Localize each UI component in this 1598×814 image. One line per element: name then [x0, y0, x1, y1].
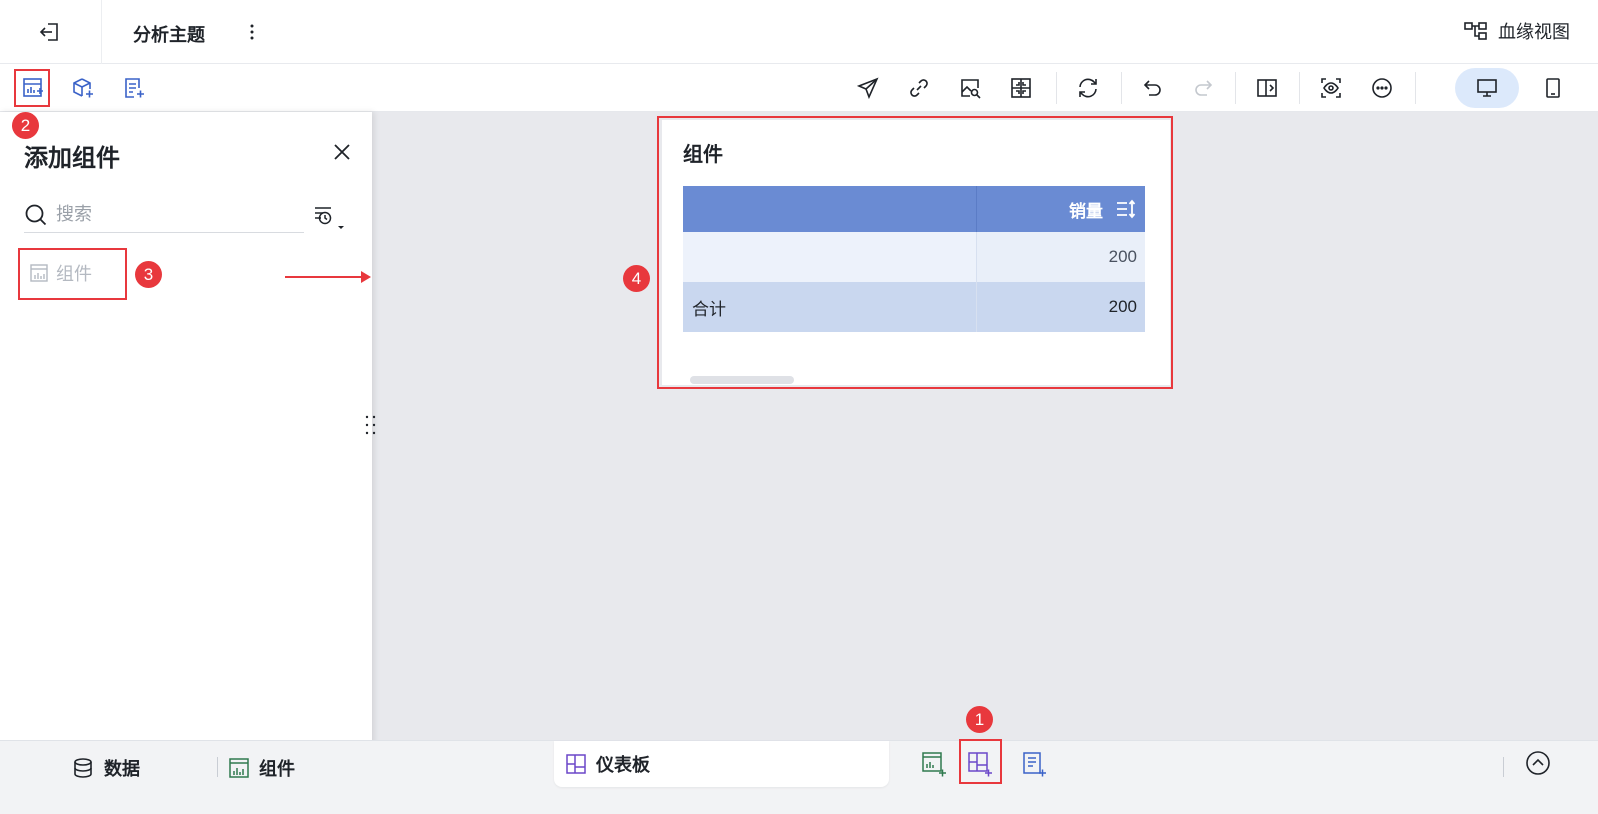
vertical-ellipsis-icon [250, 24, 254, 40]
close-icon [334, 144, 350, 160]
close-panel-button[interactable] [328, 138, 356, 166]
new-component-button[interactable] [917, 747, 951, 781]
lineage-icon [1464, 22, 1487, 40]
link-button[interactable] [903, 72, 935, 104]
more-options-button[interactable] [242, 20, 262, 44]
divider [1056, 72, 1057, 104]
add-text-icon [125, 78, 144, 98]
divider [1299, 72, 1300, 104]
divider [1503, 757, 1504, 777]
recent-filter-button[interactable] [313, 204, 351, 238]
annotation-arrow-icon [285, 271, 371, 283]
search-input[interactable] [56, 204, 276, 225]
preview-eye-icon [1321, 78, 1341, 98]
add-component-panel: 添加组件 组件 [0, 112, 376, 753]
annotation-badge: 3 [135, 261, 162, 288]
send-icon [857, 77, 879, 99]
top-bar: 分析主题 血缘视图 [0, 0, 1598, 64]
annotation-box-component-item [18, 248, 127, 300]
undo-button[interactable] [1137, 72, 1169, 104]
annotation-box-add-component [14, 69, 50, 107]
divider [1235, 72, 1236, 104]
annotation-box-new-dashboard [959, 739, 1002, 784]
add-report-icon [1023, 752, 1046, 777]
undo-icon [1143, 80, 1161, 96]
add-text-button[interactable] [118, 72, 150, 104]
refresh-icon [1079, 78, 1097, 98]
panel-title: 添加组件 [24, 145, 120, 172]
divider [1121, 72, 1122, 104]
more-horizontal-icon [1372, 78, 1392, 98]
publish-button[interactable] [852, 72, 884, 104]
add-cube-icon [73, 78, 93, 98]
image-search-icon [961, 79, 981, 99]
exit-icon [39, 23, 58, 41]
divider [101, 0, 102, 64]
preview-button[interactable] [1315, 72, 1347, 104]
annotation-badge: 1 [966, 706, 993, 733]
device-switcher [1455, 68, 1585, 108]
collapse-bar-button[interactable] [1525, 750, 1551, 776]
refresh-button[interactable] [1072, 72, 1104, 104]
tab-dashboard-label: 仪表板 [596, 755, 650, 775]
bottom-bar: 数据 组件 仪表板 [0, 740, 1598, 814]
tab-data-label: 数据 [104, 759, 140, 779]
divider [1415, 72, 1416, 104]
redo-icon [1195, 80, 1213, 96]
add-chart-icon [922, 752, 946, 777]
lineage-label: 血缘视图 [1498, 22, 1570, 42]
sidebar-toggle-icon [1257, 79, 1277, 97]
desktop-view-button[interactable] [1455, 68, 1519, 108]
more-actions-button[interactable] [1366, 72, 1398, 104]
grid-compress-icon [1011, 78, 1031, 98]
phone-icon [1546, 78, 1560, 98]
lineage-view-button[interactable]: 血缘视图 [1464, 18, 1570, 44]
mobile-view-button[interactable] [1521, 68, 1585, 108]
link-icon [910, 79, 928, 97]
tab-data[interactable]: 数据 [72, 751, 140, 785]
exit-button[interactable] [30, 14, 70, 50]
table-chart-icon [229, 758, 249, 778]
search-icon [25, 204, 47, 225]
page-title: 分析主题 [133, 25, 205, 45]
image-search-button[interactable] [954, 72, 986, 104]
tab-dashboard[interactable]: 仪表板 [554, 741, 889, 787]
drag-dots-icon [365, 415, 376, 435]
recent-list-icon [313, 207, 344, 229]
annotation-badge: 2 [12, 112, 39, 139]
toolbar [0, 64, 1598, 112]
new-report-button[interactable] [1017, 747, 1051, 781]
tab-component-label: 组件 [259, 759, 295, 779]
panel-resize-handle[interactable] [364, 414, 378, 436]
redo-button[interactable] [1187, 72, 1219, 104]
search-box [24, 197, 304, 233]
annotation-badge: 4 [623, 265, 650, 292]
monitor-icon [1477, 79, 1497, 97]
chevron-up-icon [1526, 751, 1550, 775]
dashboard-icon [566, 754, 586, 774]
tab-component[interactable]: 组件 [229, 751, 295, 785]
divider [217, 757, 218, 777]
layout-button[interactable] [1005, 72, 1037, 104]
annotation-box-widget [657, 116, 1173, 389]
panel-toggle-button[interactable] [1251, 72, 1283, 104]
database-icon [74, 758, 92, 778]
add-model-button[interactable] [67, 72, 99, 104]
